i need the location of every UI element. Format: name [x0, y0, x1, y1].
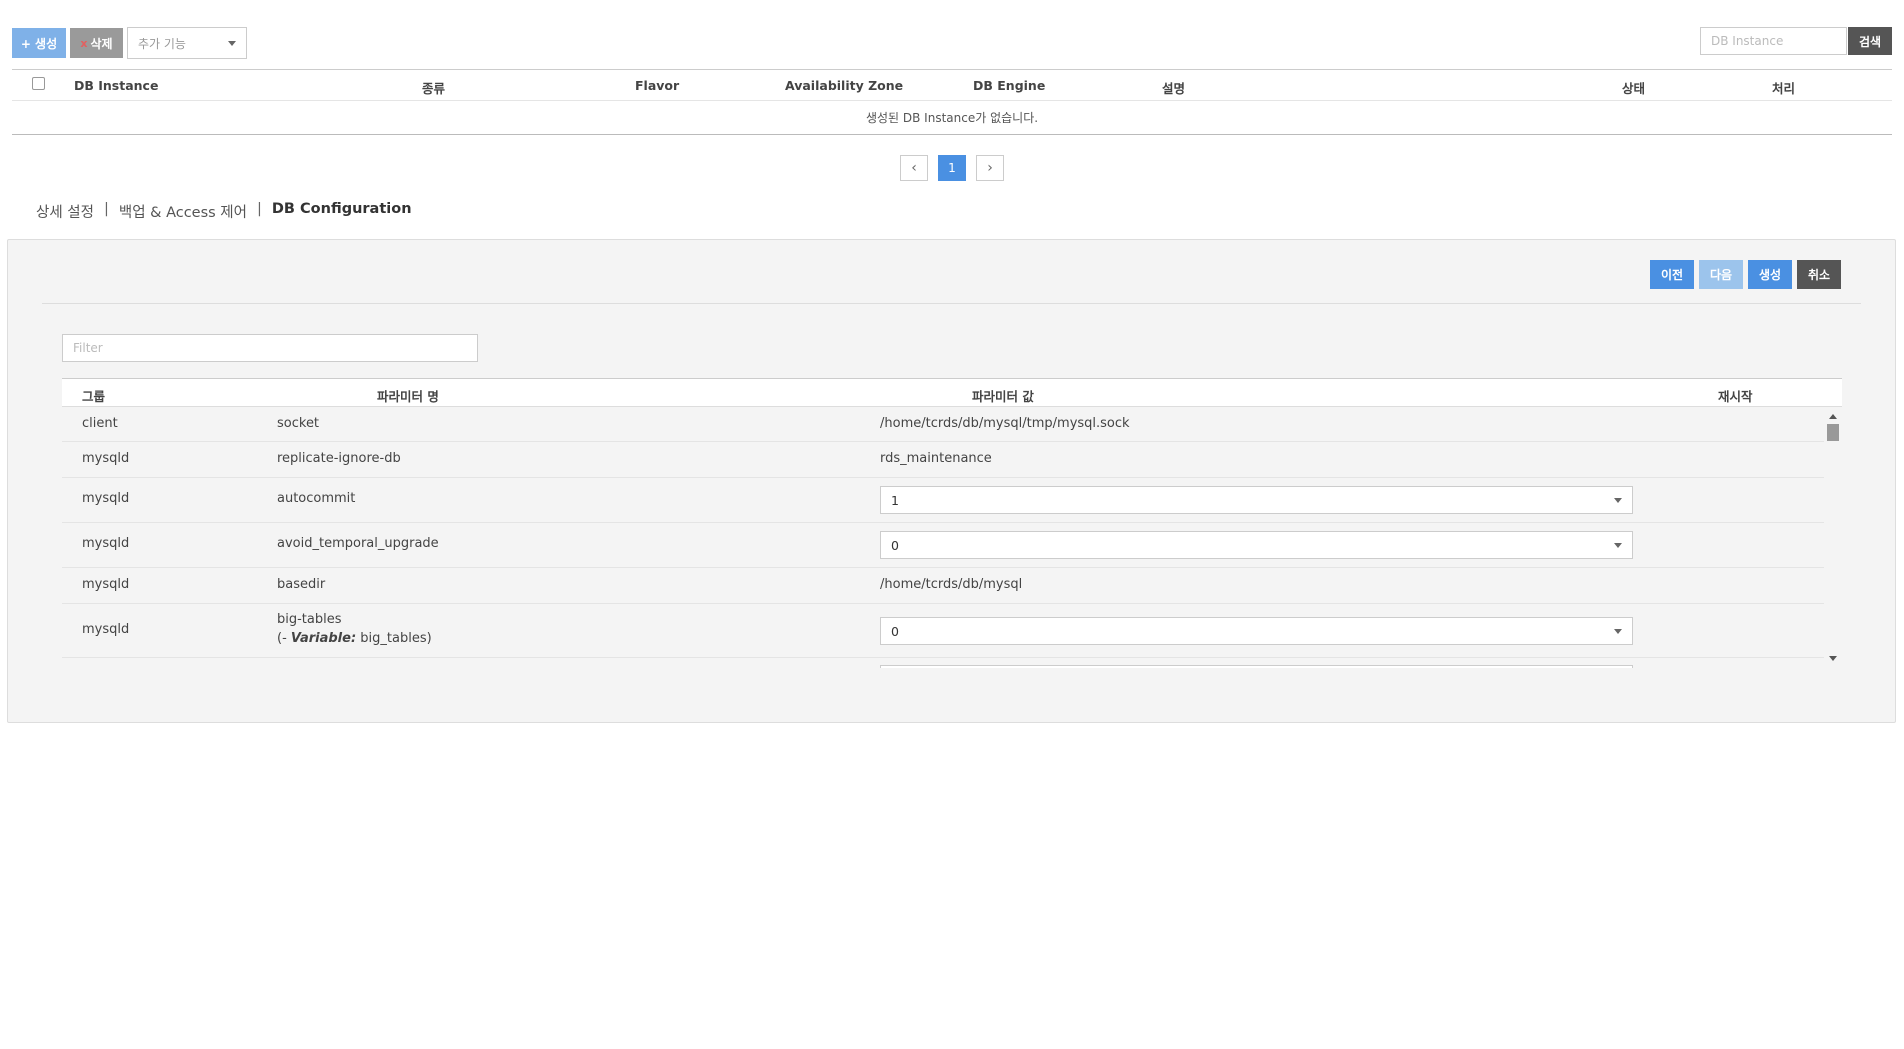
binlog-cache-size-input[interactable]: 1048576 — [880, 665, 1633, 668]
divider — [42, 303, 1861, 304]
chevron-down-icon — [1614, 628, 1622, 634]
table-row: mysqld basedir /home/tcrds/db/mysql — [62, 568, 1824, 604]
panel-actions: 이전 다음 생성 취소 — [1650, 260, 1841, 289]
row-group: mysqld — [82, 451, 130, 466]
create-button[interactable]: + 생성 — [12, 28, 66, 58]
select-all-checkbox[interactable] — [32, 77, 45, 90]
table-row: mysqld big-tables (- Variable: big_table… — [62, 604, 1824, 658]
more-actions-select[interactable]: 추가 기능 — [127, 27, 247, 59]
variable-label: Variable: — [290, 631, 357, 646]
empty-message: 생성된 DB Instance가 없습니다. — [12, 101, 1892, 135]
delete-button[interactable]: x 삭제 — [70, 28, 123, 58]
instance-search-input[interactable]: DB Instance — [1700, 27, 1847, 55]
next-button[interactable]: 다음 — [1699, 260, 1743, 289]
col-group: 그룹 — [82, 389, 106, 404]
parameter-table: 그룹 파라미터 명 파라미터 값 재시작 client socket /home… — [62, 378, 1842, 688]
filter-input[interactable]: Filter — [62, 334, 478, 362]
col-db-engine: DB Engine — [973, 78, 1046, 93]
row-group: mysqld — [82, 491, 130, 506]
col-action: 처리 — [1772, 81, 1796, 96]
autocommit-select[interactable]: 1 — [880, 486, 1633, 514]
step-separator: | — [257, 201, 262, 217]
more-actions-label: 추가 기능 — [138, 36, 186, 51]
parameter-table-body: client socket /home/tcrds/db/mysql/tmp/m… — [62, 407, 1824, 668]
col-param-value: 파라미터 값 — [972, 389, 1034, 404]
create-instance-button[interactable]: 생성 — [1748, 260, 1792, 289]
col-param-name: 파라미터 명 — [377, 389, 439, 404]
col-description: 설명 — [1162, 81, 1186, 96]
col-db-instance: DB Instance — [74, 78, 159, 93]
table-row: mysqld autocommit 1 — [62, 478, 1824, 523]
table-scrollbar[interactable] — [1824, 407, 1842, 668]
select-value: 0 — [891, 623, 899, 639]
chevron-down-icon — [1614, 542, 1622, 548]
row-name: autocommit — [277, 491, 356, 506]
row-group: client — [82, 416, 118, 431]
select-value: 0 — [891, 537, 899, 553]
col-restart: 재시작 — [1718, 389, 1753, 404]
scroll-up-icon[interactable] — [1829, 414, 1837, 419]
instance-table-header: DB Instance 종류 Flavor Availability Zone … — [12, 69, 1892, 101]
toolbar: + 생성 x 삭제 추가 기능 — [12, 27, 247, 59]
delete-label: 삭제 — [90, 36, 113, 51]
big-tables-select[interactable]: 0 — [880, 617, 1633, 645]
step-backup-access[interactable]: 백업 & Access 제어 — [119, 201, 247, 222]
table-row: mysqld binlog_cache_size 1048576 — [62, 658, 1824, 668]
col-availability-zone: Availability Zone — [785, 78, 904, 93]
variable-value: big_tables) — [356, 631, 432, 646]
row-name: socket — [277, 416, 320, 431]
instance-table: DB Instance 종류 Flavor Availability Zone … — [12, 69, 1892, 135]
prev-button[interactable]: 이전 — [1650, 260, 1694, 289]
row-value: /home/tcrds/db/mysql/tmp/mysql.sock — [880, 416, 1130, 431]
row-name: avoid_temporal_upgrade — [277, 536, 439, 551]
row-variable-note: (- Variable: big_tables) — [277, 631, 432, 646]
parameter-table-header: 그룹 파라미터 명 파라미터 값 재시작 — [62, 378, 1842, 407]
step-breadcrumb: 상세 설정 | 백업 & Access 제어 | DB Configuratio… — [36, 201, 412, 222]
row-value: /home/tcrds/db/mysql — [880, 577, 1023, 592]
page-1-button[interactable]: 1 — [938, 155, 966, 181]
row-name: big-tables — [277, 612, 342, 627]
scroll-down-icon[interactable] — [1829, 656, 1837, 661]
row-name-block: big-tables (- Variable: big_tables) — [277, 612, 432, 646]
search-button[interactable]: 검색 — [1848, 27, 1892, 55]
row-value: rds_maintenance — [880, 451, 992, 466]
step-separator: | — [103, 201, 109, 217]
avoid-temporal-upgrade-select[interactable]: 0 — [880, 531, 1633, 559]
row-group: mysqld — [82, 622, 130, 637]
col-status: 상태 — [1622, 81, 1646, 96]
table-row: mysqld avoid_temporal_upgrade 0 — [62, 523, 1824, 568]
step-db-configuration[interactable]: DB Configuration — [272, 201, 412, 222]
step-detail-settings[interactable]: 상세 설정 — [36, 201, 94, 222]
chevron-down-icon — [1614, 497, 1622, 503]
db-configuration-panel: 이전 다음 생성 취소 Filter 그룹 파라미터 명 파라미터 값 재시작 … — [7, 239, 1896, 723]
scroll-thumb[interactable] — [1827, 424, 1839, 441]
chevron-down-icon — [228, 40, 236, 46]
row-name: basedir — [277, 577, 326, 592]
delete-x-icon: x — [80, 36, 88, 50]
row-group: mysqld — [82, 577, 130, 592]
row-name: replicate-ignore-db — [277, 451, 401, 466]
col-type: 종류 — [422, 81, 446, 96]
table-row: client socket /home/tcrds/db/mysql/tmp/m… — [62, 407, 1824, 442]
row-group: mysqld — [82, 536, 130, 551]
pagination: ‹ 1 › — [900, 155, 1004, 181]
select-value: 1 — [891, 492, 899, 508]
prev-page-button[interactable]: ‹ — [900, 155, 928, 181]
table-row: mysqld replicate-ignore-db rds_maintenan… — [62, 442, 1824, 478]
next-page-button[interactable]: › — [976, 155, 1004, 181]
col-flavor: Flavor — [635, 78, 680, 93]
cancel-button[interactable]: 취소 — [1797, 260, 1841, 289]
variable-prefix: (- — [277, 631, 291, 646]
